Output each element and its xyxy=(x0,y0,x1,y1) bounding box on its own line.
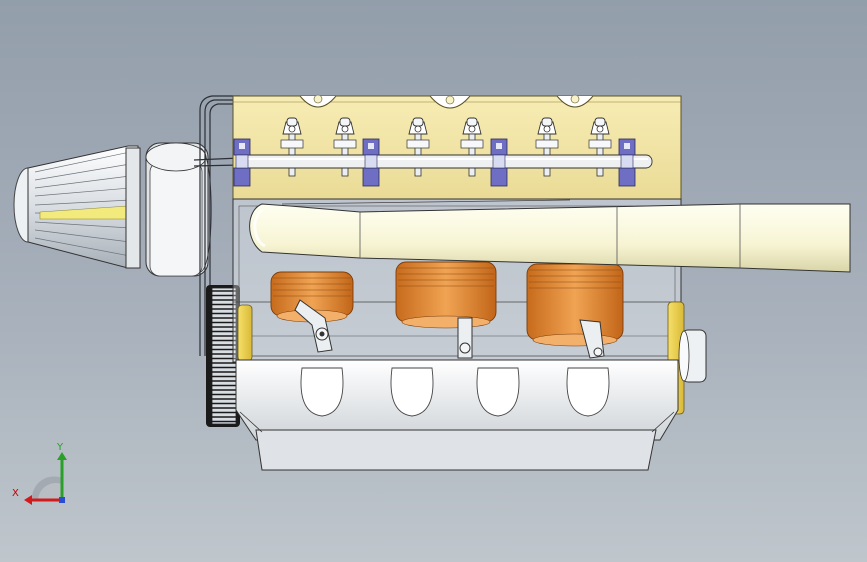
valve-clip xyxy=(233,138,251,187)
oil-pan xyxy=(235,359,679,471)
z-axis-marker xyxy=(59,497,65,503)
piston xyxy=(395,261,497,329)
engine-model[interactable] xyxy=(0,0,867,562)
x-axis-label: X xyxy=(12,488,19,499)
air-filter xyxy=(13,145,141,269)
axis-triad: X Y xyxy=(12,442,67,505)
valve-clip xyxy=(362,138,380,187)
turbo-housing xyxy=(145,142,212,277)
y-axis-arrow xyxy=(57,452,67,460)
y-axis-label: Y xyxy=(56,442,64,453)
camshaft xyxy=(239,154,653,169)
valve-clip xyxy=(618,138,636,187)
valve-clip xyxy=(490,138,508,187)
air-filter-flange xyxy=(125,147,141,269)
piston xyxy=(526,263,624,347)
graphics-viewport[interactable]: X Y xyxy=(0,0,867,562)
x-axis-arrow xyxy=(24,495,32,505)
